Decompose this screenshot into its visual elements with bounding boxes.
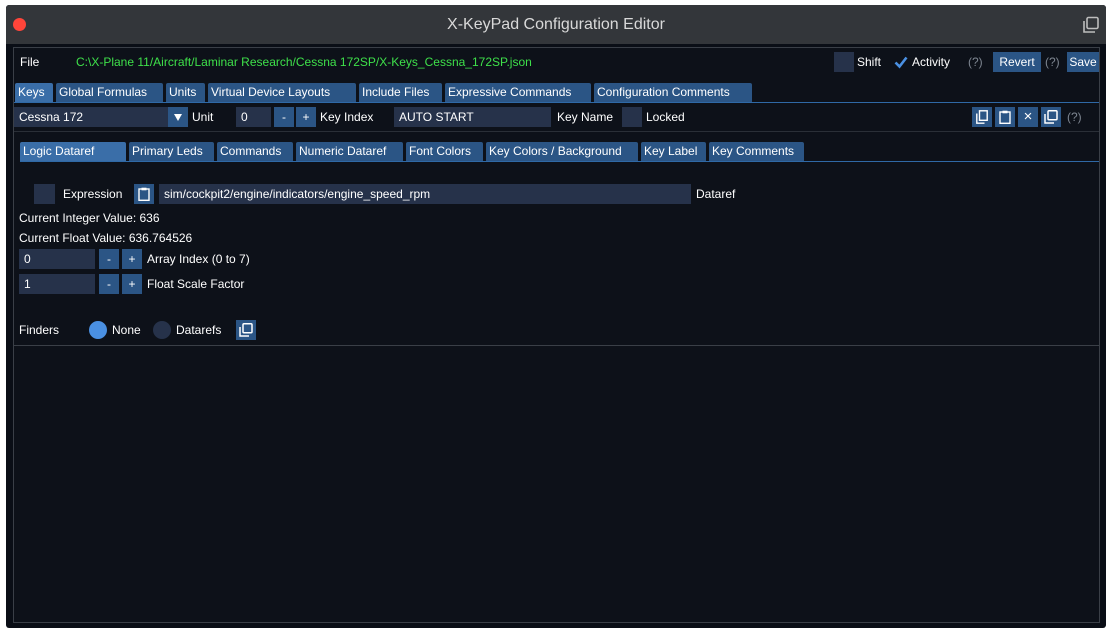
activity-help-link[interactable]: (?) bbox=[968, 52, 983, 72]
delete-key-button[interactable]: × bbox=[1018, 107, 1038, 127]
key-name-label: Key Name bbox=[557, 110, 614, 124]
dataref-row: Expression sim/cockpit2/engine/indicator… bbox=[14, 184, 1099, 204]
tab-primary-leds[interactable]: Primary Leds bbox=[129, 142, 214, 161]
clipboard-icon bbox=[138, 187, 150, 201]
main-tabs-divider bbox=[14, 102, 1099, 103]
tab-expressive-commands[interactable]: Expressive Commands bbox=[445, 83, 591, 102]
shift-label: Shift bbox=[857, 55, 882, 69]
file-path[interactable]: C:\X-Plane 11/Aircraft/Laminar Research/… bbox=[76, 52, 532, 72]
tab-configuration-comments[interactable]: Configuration Comments bbox=[594, 83, 752, 102]
key-bar: Cessna 172 Unit 0 - + Key Index AUTO STA… bbox=[14, 107, 1099, 127]
activity-label: Activity bbox=[912, 55, 951, 69]
finders-separator bbox=[14, 345, 1099, 346]
device-select[interactable]: Cessna 172 bbox=[14, 107, 168, 127]
unit-label: Unit bbox=[192, 110, 214, 124]
popout-icon bbox=[239, 323, 253, 337]
device-dropdown-button[interactable] bbox=[168, 107, 188, 127]
key-index-input[interactable]: AUTO START bbox=[394, 107, 551, 127]
shift-checkbox[interactable] bbox=[834, 52, 854, 72]
dataref-input[interactable]: sim/cockpit2/engine/indicators/engine_sp… bbox=[159, 184, 691, 204]
dataref-label: Dataref bbox=[696, 187, 736, 201]
clipboard-icon bbox=[999, 110, 1011, 124]
current-float-value: Current Float Value: 636.764526 bbox=[19, 231, 193, 245]
unit-input[interactable]: 0 bbox=[236, 107, 271, 127]
popout-window-icon[interactable] bbox=[1082, 16, 1100, 34]
popout-key-button[interactable] bbox=[1041, 107, 1061, 127]
locked-checkbox[interactable] bbox=[622, 107, 642, 127]
copy-icon bbox=[976, 110, 988, 124]
file-bar: File C:\X-Plane 11/Aircraft/Laminar Rese… bbox=[14, 52, 1099, 72]
tab-keys[interactable]: Keys bbox=[15, 83, 53, 102]
tab-units[interactable]: Units bbox=[166, 83, 205, 102]
sub-tabs-divider bbox=[20, 161, 1099, 162]
float-scale-label: Float Scale Factor bbox=[147, 277, 245, 291]
key-bar-separator bbox=[14, 131, 1099, 132]
expression-checkbox[interactable] bbox=[34, 184, 55, 204]
tab-key-colors-background[interactable]: Key Colors / Background bbox=[486, 142, 638, 161]
paste-dataref-button[interactable] bbox=[134, 184, 154, 204]
float-scale-increment-button[interactable]: + bbox=[122, 274, 142, 294]
tab-commands[interactable]: Commands bbox=[217, 142, 293, 161]
current-integer-value: Current Integer Value: 636 bbox=[19, 211, 160, 225]
array-index-row: 0 - + Array Index (0 to 7) bbox=[14, 249, 414, 269]
revert-button[interactable]: Revert bbox=[993, 52, 1041, 72]
float-scale-row: 1 - + Float Scale Factor bbox=[14, 274, 414, 294]
popout-finder-button[interactable] bbox=[236, 320, 256, 340]
key-index-label: Key Index bbox=[320, 110, 374, 124]
float-scale-input[interactable]: 1 bbox=[19, 274, 95, 294]
finder-none-label: None bbox=[112, 323, 141, 337]
revert-help-link[interactable]: (?) bbox=[1045, 52, 1060, 72]
unit-decrement-button[interactable]: - bbox=[274, 107, 294, 127]
tab-logic-dataref[interactable]: Logic Dataref bbox=[20, 142, 126, 161]
tab-numeric-dataref[interactable]: Numeric Dataref bbox=[296, 142, 403, 161]
finder-none-radio[interactable] bbox=[89, 321, 107, 339]
unit-increment-button[interactable]: + bbox=[296, 107, 316, 127]
tab-virtual-device-layouts[interactable]: Virtual Device Layouts bbox=[208, 83, 356, 102]
copy-key-button[interactable] bbox=[972, 107, 992, 127]
array-index-label: Array Index (0 to 7) bbox=[147, 252, 250, 266]
locked-label: Locked bbox=[646, 110, 685, 124]
tab-key-label[interactable]: Key Label bbox=[641, 142, 706, 161]
finder-datarefs-label: Datarefs bbox=[176, 323, 222, 337]
popout-icon bbox=[1044, 110, 1058, 124]
tab-include-files[interactable]: Include Files bbox=[359, 83, 442, 102]
array-index-decrement-button[interactable]: - bbox=[99, 249, 119, 269]
float-scale-decrement-button[interactable]: - bbox=[99, 274, 119, 294]
finders-row: Finders None Datarefs bbox=[14, 320, 414, 340]
activity-checkmark-icon[interactable] bbox=[894, 55, 908, 69]
expression-label: Expression bbox=[63, 187, 123, 201]
array-index-increment-button[interactable]: + bbox=[122, 249, 142, 269]
triangle-down-icon bbox=[174, 114, 182, 121]
tab-key-comments[interactable]: Key Comments bbox=[709, 142, 804, 161]
file-label: File bbox=[20, 55, 40, 69]
save-button[interactable]: Save bbox=[1067, 52, 1099, 72]
tab-font-colors[interactable]: Font Colors bbox=[406, 142, 483, 161]
tab-global-formulas[interactable]: Global Formulas bbox=[56, 83, 163, 102]
app-window: X-KeyPad Configuration Editor File C:\X-… bbox=[6, 5, 1106, 628]
array-index-input[interactable]: 0 bbox=[19, 249, 95, 269]
key-bar-help-link[interactable]: (?) bbox=[1067, 107, 1082, 127]
title-bar: X-KeyPad Configuration Editor bbox=[6, 5, 1106, 44]
finder-datarefs-radio[interactable] bbox=[153, 321, 171, 339]
paste-key-button[interactable] bbox=[995, 107, 1015, 127]
editor-content: File C:\X-Plane 11/Aircraft/Laminar Rese… bbox=[13, 47, 1100, 623]
finders-label: Finders bbox=[19, 323, 60, 337]
window-title: X-KeyPad Configuration Editor bbox=[447, 16, 665, 33]
